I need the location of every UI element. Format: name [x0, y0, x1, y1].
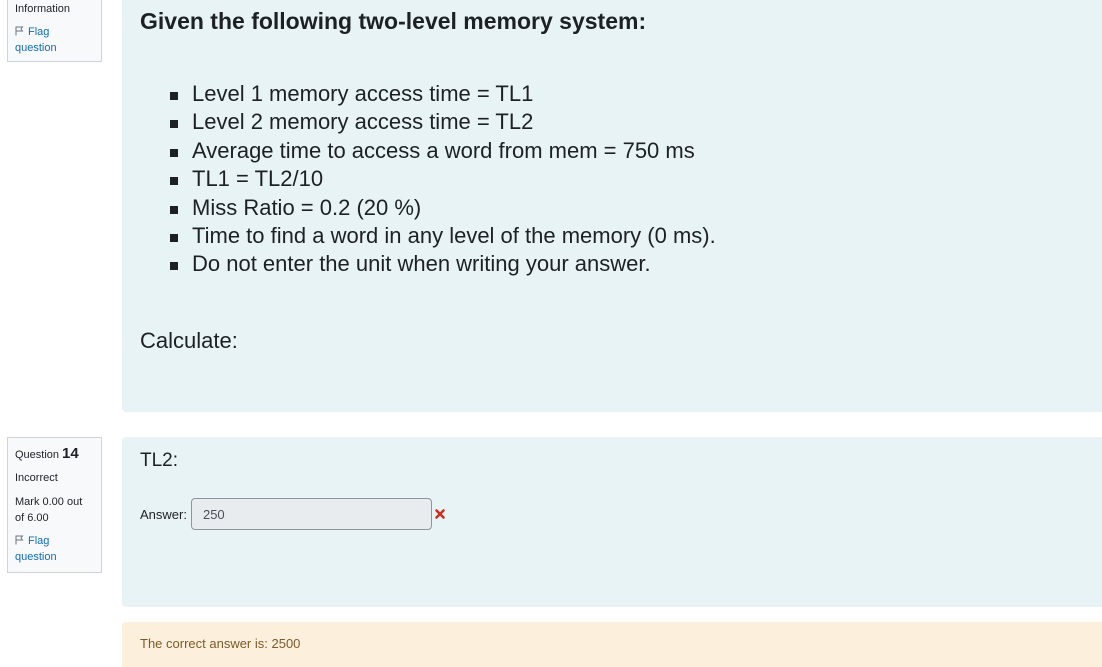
- question-14-info-panel: Question 14 Incorrect Mark 0.00 out of 6.…: [7, 437, 102, 573]
- flag-label-line1: Flag: [28, 535, 50, 547]
- question-info-panel: Information Flag question: [7, 0, 102, 62]
- list-item: TL1 = TL2/10: [170, 165, 716, 193]
- calculate-label: Calculate:: [140, 328, 238, 353]
- flag-label-line2: question: [15, 551, 57, 563]
- flag-label-line2: question: [15, 42, 57, 54]
- list-item: Time to find a word in any level of the …: [170, 222, 716, 250]
- question-mark-line1: Mark 0.00 out: [15, 496, 83, 508]
- list-item: Miss Ratio = 0.2 (20 %): [170, 194, 716, 222]
- answer-input[interactable]: [190, 498, 432, 530]
- question-mark-line2: of 6.00: [15, 512, 49, 524]
- question-label: Question: [15, 449, 60, 461]
- answer-label: Answer:: [140, 506, 187, 522]
- given-values-list: Level 1 memory access time = TL1 Level 2…: [170, 80, 716, 279]
- question-number-value: 14: [62, 445, 79, 462]
- question-14-formulation: TL2: Answer:: [122, 437, 1102, 607]
- list-item: Level 1 memory access time = TL1: [170, 80, 716, 108]
- correct-answer-feedback: The correct answer is: 2500: [122, 622, 1102, 667]
- correct-answer-text: The correct answer is: 2500: [140, 636, 301, 651]
- incorrect-cross-icon: [435, 509, 445, 519]
- question-formulation: Given the following two-level memory sys…: [122, 0, 1102, 412]
- flag-question-link[interactable]: Flag question: [15, 24, 57, 56]
- list-item: Do not enter the unit when writing your …: [170, 250, 716, 278]
- question-number: Question 14: [15, 445, 79, 464]
- question-status: Incorrect: [15, 472, 58, 484]
- flag-icon: [15, 26, 24, 36]
- list-item: Average time to access a word from mem =…: [170, 137, 716, 165]
- question-heading: Given the following two-level memory sys…: [140, 8, 647, 34]
- flag-label-line1: Flag: [28, 26, 50, 38]
- list-item: Level 2 memory access time = TL2: [170, 108, 716, 136]
- flag-icon: [15, 535, 24, 545]
- question-type-label: Information: [15, 3, 71, 15]
- question-prompt: TL2:: [140, 450, 179, 471]
- answer-row: Answer:: [140, 498, 446, 530]
- flag-question-link[interactable]: Flag question: [15, 533, 57, 565]
